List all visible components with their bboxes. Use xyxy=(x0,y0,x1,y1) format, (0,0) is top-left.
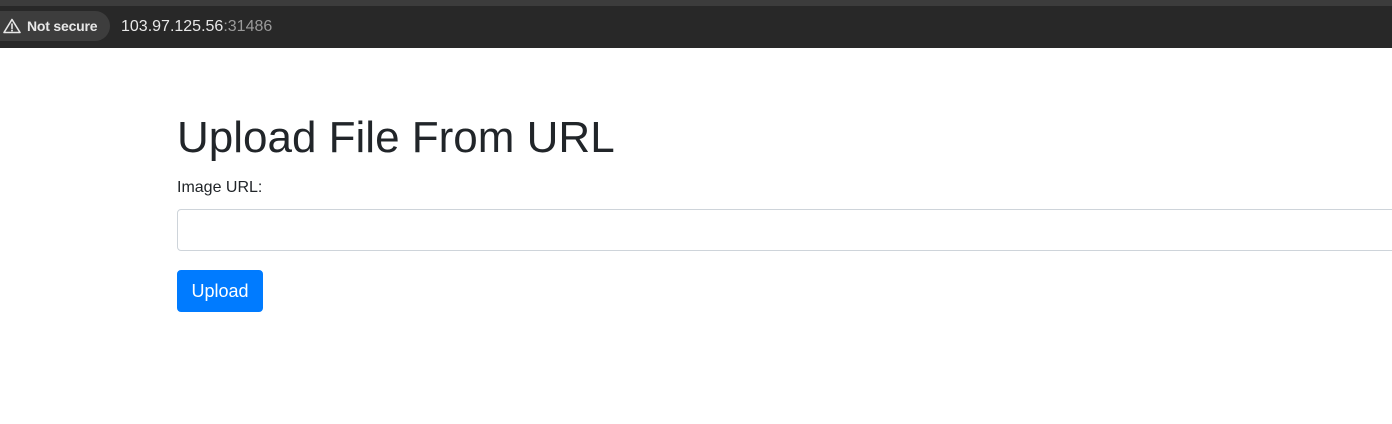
image-url-input[interactable] xyxy=(177,209,1392,251)
url-port: :31486 xyxy=(223,18,273,35)
upload-button[interactable]: Upload xyxy=(177,270,263,312)
url-host: 103.97.125.56 xyxy=(121,18,224,35)
image-url-label: Image URL: xyxy=(177,179,263,196)
browser-address-bar[interactable]: Not secure 103.97.125.56:31486 xyxy=(0,6,1392,48)
security-label: Not secure xyxy=(27,18,98,34)
warning-triangle-icon xyxy=(3,18,21,34)
url-field[interactable]: 103.97.125.56:31486 xyxy=(121,16,272,38)
security-indicator-button[interactable]: Not secure xyxy=(0,11,110,41)
page-content: Upload File From URL Image URL: Upload xyxy=(0,48,1392,424)
page-title: Upload File From URL xyxy=(177,113,615,162)
